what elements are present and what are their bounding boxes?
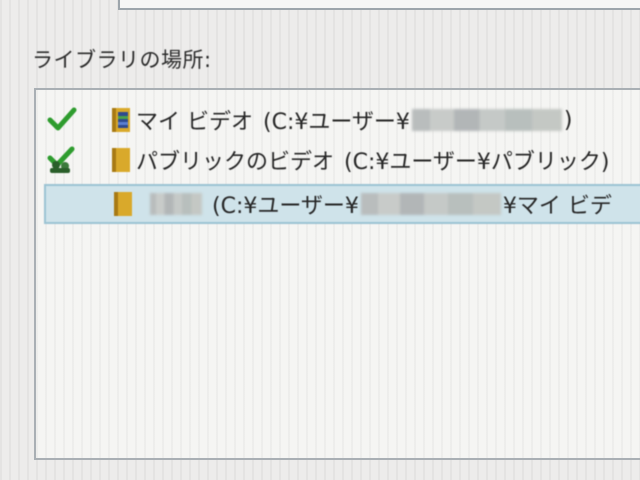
shared-check-icon [44,145,104,175]
location-path: (C:¥ユーザー¥パブリック) [344,150,610,175]
redacted-username [360,193,501,215]
location-path-prefix: (C:¥ユーザー¥ [212,194,359,219]
checkmark-icon [44,105,104,135]
location-path-prefix: (C:¥ユーザー¥ [263,110,410,135]
location-label: マイ ビデオ (C:¥ユーザー¥ ) [136,104,573,136]
top-field-edge [118,0,640,10]
library-locations-list[interactable]: マイ ビデオ (C:¥ユーザー¥ ) パブリックのビデオ (C:¥ユーザー¥パブ… [34,88,640,460]
location-name: マイ ビデオ [136,110,253,135]
location-name: パブリックのビデオ [136,150,335,175]
folder-icon [112,190,136,218]
redacted-username [411,109,562,131]
location-path-suffix: ) [563,107,573,133]
location-label: パブリックのビデオ (C:¥ユーザー¥パブリック) [136,144,610,176]
video-folder-icon [110,106,134,134]
list-item[interactable]: パブリックのビデオ (C:¥ユーザー¥パブリック) [44,142,640,178]
folder-icon [110,146,134,174]
location-path-suffix: ¥マイ ビデ [502,194,612,219]
list-item[interactable]: マイ ビデオ (C:¥ユーザー¥ ) [44,102,640,138]
redacted-name [150,193,202,215]
list-item-selected[interactable]: (C:¥ユーザー¥ ¥マイ ビデ [44,184,640,224]
library-locations-label: ライブラリの場所: [32,48,212,72]
location-label: (C:¥ユーザー¥ ¥マイ ビデ [138,188,612,220]
